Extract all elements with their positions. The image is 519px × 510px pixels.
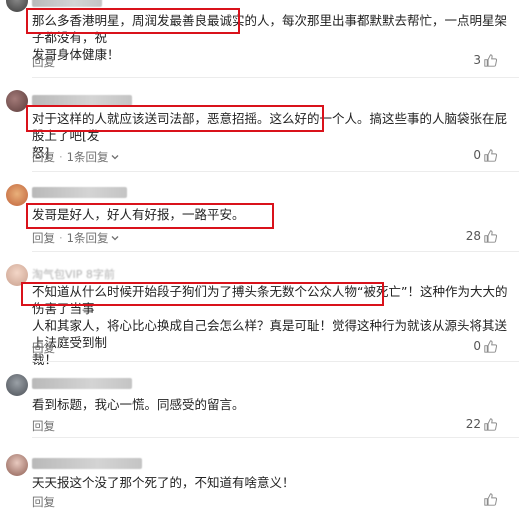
chevron-down-icon: [112, 236, 119, 241]
separator: ·: [59, 231, 63, 245]
username-redacted[interactable]: [32, 0, 102, 7]
like-count: 28: [465, 229, 481, 243]
username-redacted[interactable]: [32, 187, 127, 198]
comment-actions: 回复: [32, 494, 55, 510]
expand-replies-button[interactable]: 1条回复: [67, 149, 121, 165]
like-button[interactable]: 22: [466, 417, 497, 431]
thumbs-up-icon: [484, 339, 497, 353]
like-button[interactable]: 3: [473, 53, 497, 67]
thumbs-up-icon: [484, 53, 497, 67]
like-button[interactable]: 28: [466, 229, 497, 243]
reply-button[interactable]: 回复: [32, 340, 55, 356]
thumbs-up-icon: [484, 417, 497, 431]
reply-button[interactable]: 回复: [32, 418, 55, 434]
avatar[interactable]: [6, 374, 28, 396]
like-count: 0: [473, 148, 481, 162]
username-redacted[interactable]: [32, 378, 132, 389]
comment-actions: 回复 · 1条回复: [32, 149, 120, 165]
avatar[interactable]: [6, 0, 28, 12]
like-count: 0: [473, 339, 481, 353]
reply-button[interactable]: 回复: [32, 494, 55, 510]
like-count: 22: [465, 417, 481, 431]
like-button[interactable]: [481, 493, 497, 506]
comment-item: 那么多香港明星，周润发最善良最诚实的人，每次那里出事都默默去帮忙，一点明星架子都…: [0, 0, 519, 78]
comment-text: 发哥是好人，好人有好报，一路平安。: [32, 207, 245, 222]
avatar[interactable]: [6, 454, 28, 476]
comment-actions: 回复: [32, 340, 55, 356]
avatar[interactable]: [6, 264, 28, 286]
comment-actions: 回复 · 1条回复: [32, 230, 120, 246]
thumbs-up-icon: [484, 493, 497, 506]
comment-actions: 回复: [32, 418, 55, 434]
comment-item: 发哥是好人，好人有好报，一路平安。 回复 · 1条回复 28: [0, 172, 519, 252]
reply-button[interactable]: 回复: [32, 54, 55, 70]
like-count: 3: [473, 53, 481, 67]
comment-item: 看到标题，我心一慌。同感受的留言。 回复 22: [0, 362, 519, 438]
reply-button[interactable]: 回复: [32, 230, 55, 246]
like-button[interactable]: 0: [473, 148, 497, 162]
replies-count: 1条回复: [66, 150, 109, 164]
separator: ·: [59, 150, 63, 164]
comment-item: 对于这样的人就应该送司法部，恶意招摇。这么好的一个人。搞这些事的人脑袋张在屁股上…: [0, 78, 519, 172]
comment-text: 那么多香港明星，周润发最善良最诚实的人，每次那里出事都默默去帮忙，一点明星架子都…: [32, 13, 508, 62]
thumbs-up-icon: [484, 148, 497, 162]
like-button[interactable]: 0: [473, 339, 497, 353]
username[interactable]: 淘气包VIP 8字前: [32, 266, 115, 282]
thumbs-up-icon: [484, 229, 497, 243]
comment-item: 淘气包VIP 8字前 不知道从什么时候开始段子狗们为了搏头条无数个公众人物“被死…: [0, 252, 519, 367]
username-redacted[interactable]: [32, 95, 132, 106]
avatar[interactable]: [6, 184, 28, 206]
username-redacted[interactable]: [32, 458, 142, 469]
chevron-down-icon: [112, 155, 119, 160]
comment-actions: 回复: [32, 54, 55, 70]
comment-text: 看到标题，我心一慌。同感受的留言。: [32, 397, 245, 412]
expand-replies-button[interactable]: 1条回复: [67, 230, 121, 246]
replies-count: 1条回复: [66, 231, 109, 245]
comment-text: 不知道从什么时候开始段子狗们为了搏头条无数个公众人物“被死亡”！这种作为大大的伤…: [32, 284, 508, 367]
comment-item: 天天报这个没了那个死了的，不知道有啥意义！ 回复: [0, 438, 519, 509]
reply-button[interactable]: 回复: [32, 149, 55, 165]
comment-text: 天天报这个没了那个死了的，不知道有啥意义！: [32, 475, 295, 490]
avatar[interactable]: [6, 90, 28, 112]
